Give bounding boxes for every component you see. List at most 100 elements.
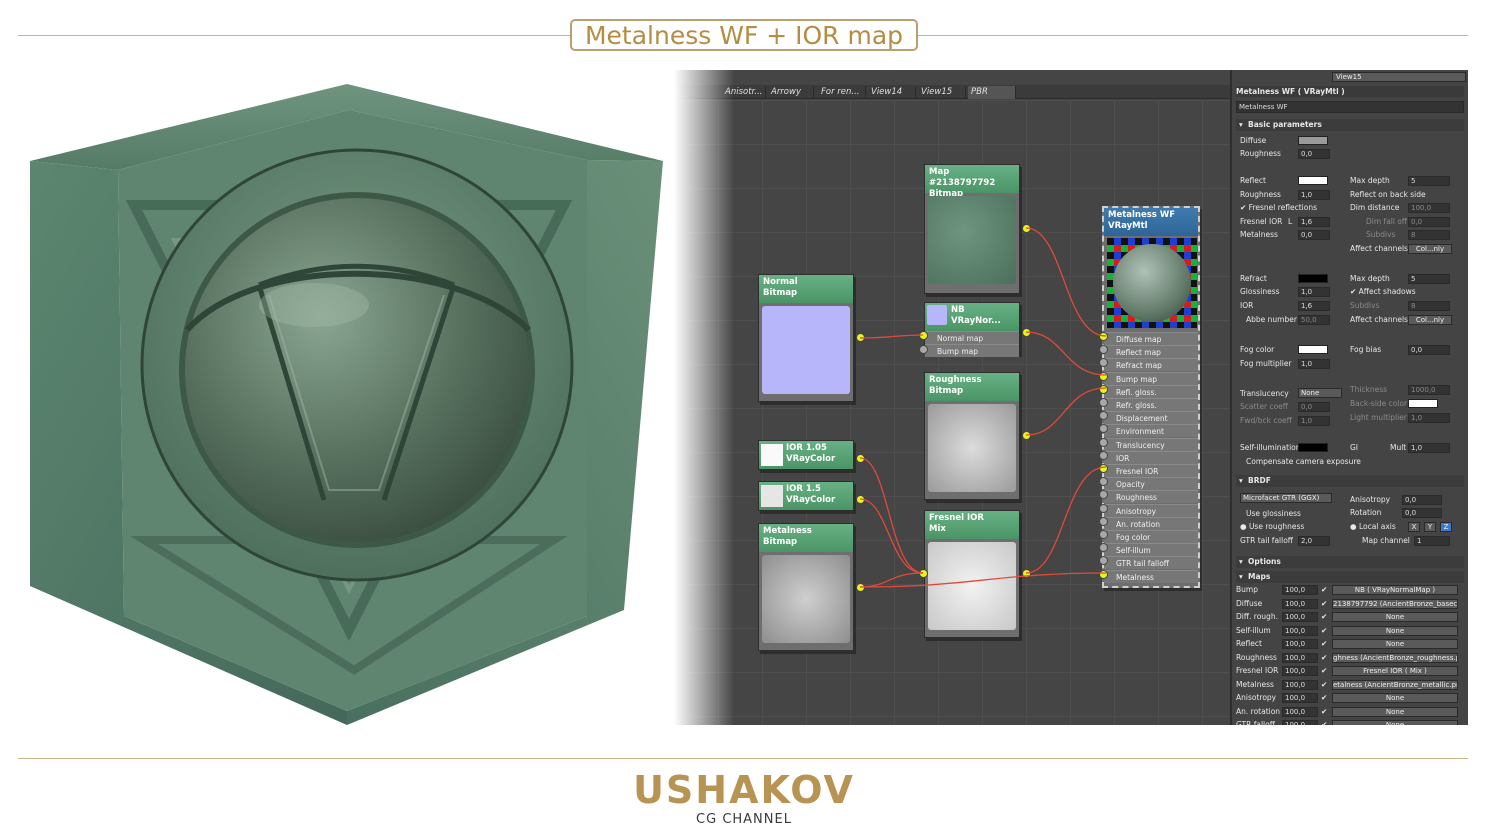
map-enable-checkbox[interactable]: ✔ — [1321, 598, 1327, 609]
fresnel-reflections-checkbox[interactable]: ✔ Fresnel reflections — [1240, 202, 1317, 213]
slot-normal-map[interactable]: Normal map — [925, 331, 1019, 344]
vraymtl-slot[interactable]: Refl. gloss. — [1104, 384, 1198, 398]
vraymtl-input-port[interactable] — [1099, 503, 1108, 513]
roughness-spinner[interactable]: 0,0 — [1298, 149, 1330, 159]
subdivs-spinner[interactable]: 8 — [1408, 230, 1450, 240]
map-amount-spinner[interactable]: 100,0 — [1282, 639, 1318, 649]
brdf-type-dropdown[interactable]: Microfacet GTR (GGX) — [1240, 493, 1332, 503]
vraymtl-input-port[interactable] — [1099, 516, 1108, 526]
thickness-spinner[interactable]: 1000,0 — [1408, 385, 1450, 395]
glossiness-spinner[interactable]: 1,0 — [1298, 287, 1330, 297]
vraymtl-slot[interactable]: Fog color — [1104, 530, 1198, 543]
fwd-bck-spinner[interactable]: 1,0 — [1298, 416, 1330, 426]
map-amount-spinner[interactable]: 100,0 — [1282, 706, 1318, 717]
refl-roughness-spinner[interactable]: 1,0 — [1298, 190, 1330, 200]
tab-pbr[interactable]: PBR — [968, 86, 1016, 99]
vraymtl-slot[interactable]: Environment — [1104, 424, 1198, 438]
input-port-bump[interactable] — [919, 345, 928, 354]
node-ior-15[interactable]: IOR 1.5 VRayColor — [758, 481, 854, 511]
light-multiplier-spinner[interactable]: 1,0 — [1408, 413, 1450, 423]
vraymtl-slot[interactable]: Self-illum — [1104, 543, 1198, 557]
input-port[interactable] — [919, 569, 928, 578]
map-slot-button[interactable]: None — [1332, 639, 1458, 649]
fog-multiplier-spinner[interactable]: 1,0 — [1298, 359, 1330, 369]
map-slot-button[interactable]: 2138797792 (AncientBronze_basecolo — [1332, 598, 1458, 609]
map-slot-button[interactable]: None — [1332, 706, 1458, 717]
output-port[interactable] — [856, 583, 865, 592]
self-illumination-swatch[interactable] — [1298, 443, 1328, 452]
r-affect-channels-dropdown[interactable]: Col...nly — [1408, 315, 1452, 325]
tab-view15[interactable]: View15 — [918, 86, 966, 99]
map-slot-button[interactable]: etalness (AncientBronze_metallic.png — [1332, 679, 1458, 690]
view-dropdown[interactable]: View15 — [1332, 72, 1466, 82]
map-amount-spinner[interactable]: 100,0 — [1282, 625, 1318, 636]
backside-color-swatch[interactable] — [1408, 399, 1438, 408]
vraymtl-input-port[interactable] — [1099, 371, 1108, 381]
material-name-field[interactable]: Metalness WF — [1236, 101, 1464, 113]
slate-material-editor[interactable]: Anisotr... Arrowy For ren... View14 View… — [674, 70, 1230, 725]
output-port[interactable] — [1022, 431, 1031, 440]
gi-checkbox[interactable]: GI — [1350, 442, 1358, 453]
vraymtl-slot[interactable]: Fresnel IOR — [1104, 464, 1198, 477]
axis-x-button[interactable]: X — [1408, 522, 1420, 532]
output-port[interactable] — [1022, 328, 1031, 337]
mult-spinner[interactable]: 1,0 — [1408, 443, 1450, 453]
map-slot-button[interactable]: None — [1332, 693, 1458, 703]
tab-view14[interactable]: View14 — [868, 86, 916, 99]
map-slot-button[interactable]: NB ( VRayNormalMap ) — [1332, 585, 1458, 595]
node-normal-bitmap[interactable]: Normal Bitmap — [758, 274, 854, 402]
map-enable-checkbox[interactable]: ✔ — [1321, 584, 1327, 595]
map-enable-checkbox[interactable]: ✔ — [1321, 625, 1327, 636]
affect-shadows-checkbox[interactable]: ✔ Affect shadows — [1350, 286, 1416, 297]
vraymtl-slot[interactable]: Refr. gloss. — [1104, 398, 1198, 411]
reflect-backside-label[interactable]: Reflect on back side — [1350, 189, 1426, 200]
vraymtl-slot[interactable]: An. rotation — [1104, 516, 1198, 530]
output-port[interactable] — [856, 333, 865, 342]
fog-bias-spinner[interactable]: 0,0 — [1408, 345, 1450, 355]
section-maps[interactable]: Maps — [1236, 571, 1464, 583]
vraymtl-input-port[interactable] — [1099, 384, 1108, 394]
vraymtl-input-port[interactable] — [1099, 450, 1108, 460]
map-amount-spinner[interactable]: 100,0 — [1282, 679, 1318, 690]
rotation-spinner[interactable]: 0,0 — [1402, 508, 1442, 518]
node-vraymtl[interactable]: Metalness WF VRayMtl Diffuse map Reflect m… — [1102, 206, 1200, 588]
node-map-bitmap[interactable]: Map #2138797792 Bitmap — [924, 164, 1020, 294]
vraymtl-slot[interactable]: Roughness — [1104, 490, 1198, 504]
vraymtl-slot[interactable]: Displacement — [1104, 411, 1198, 425]
vraymtl-slot[interactable]: Refract map — [1104, 358, 1198, 372]
map-enable-checkbox[interactable]: ✔ — [1321, 652, 1327, 663]
map-enable-checkbox[interactable]: ✔ — [1321, 665, 1327, 676]
vraymtl-input-port[interactable] — [1099, 530, 1108, 539]
output-port[interactable] — [856, 454, 865, 463]
axis-z-button[interactable]: Z — [1440, 522, 1452, 532]
map-slot-button[interactable]: None — [1332, 612, 1458, 622]
map-enable-checkbox[interactable]: ✔ — [1321, 638, 1327, 649]
map-amount-spinner[interactable]: 100,0 — [1282, 585, 1318, 595]
vraymtl-slot[interactable]: Metalness — [1104, 569, 1198, 583]
local-axis-radio[interactable]: ● Local axis — [1350, 521, 1396, 532]
section-options[interactable]: Options — [1236, 556, 1464, 568]
map-slot-button[interactable]: None — [1332, 720, 1458, 725]
reflect-swatch[interactable] — [1298, 176, 1328, 185]
map-slot-button[interactable]: ghness (AncientBronze_roughness.p — [1332, 652, 1458, 663]
compensate-exposure-checkbox[interactable]: Compensate camera exposure — [1246, 456, 1361, 467]
vraymtl-slot[interactable]: Reflect map — [1104, 345, 1198, 359]
use-glossiness-radio[interactable]: Use glossiness — [1246, 508, 1301, 519]
anisotropy-spinner[interactable]: 0,0 — [1402, 495, 1442, 505]
section-basic-parameters[interactable]: Basic parameters — [1236, 119, 1464, 131]
r-max-depth-spinner[interactable]: 5 — [1408, 274, 1450, 284]
diffuse-swatch[interactable] — [1298, 136, 1328, 145]
vraymtl-slot[interactable]: GTR tail falloff — [1104, 556, 1198, 570]
map-enable-checkbox[interactable]: ✔ — [1321, 679, 1327, 690]
map-amount-spinner[interactable]: 100,0 — [1282, 693, 1318, 703]
vraymtl-slot[interactable]: Opacity — [1104, 477, 1198, 491]
vraymtl-slot[interactable]: Anisotropy — [1104, 503, 1198, 517]
metalness-spinner[interactable]: 0,0 — [1298, 230, 1330, 240]
map-enable-checkbox[interactable]: ✔ — [1321, 719, 1327, 725]
map-amount-spinner[interactable]: 100,0 — [1282, 652, 1318, 663]
map-channel-spinner[interactable]: 1 — [1414, 536, 1450, 546]
vraymtl-input-port[interactable] — [1099, 464, 1108, 473]
scatter-spinner[interactable]: 0,0 — [1298, 402, 1330, 412]
map-enable-checkbox[interactable]: ✔ — [1321, 692, 1327, 703]
abbe-label[interactable]: Abbe number — [1246, 314, 1297, 325]
